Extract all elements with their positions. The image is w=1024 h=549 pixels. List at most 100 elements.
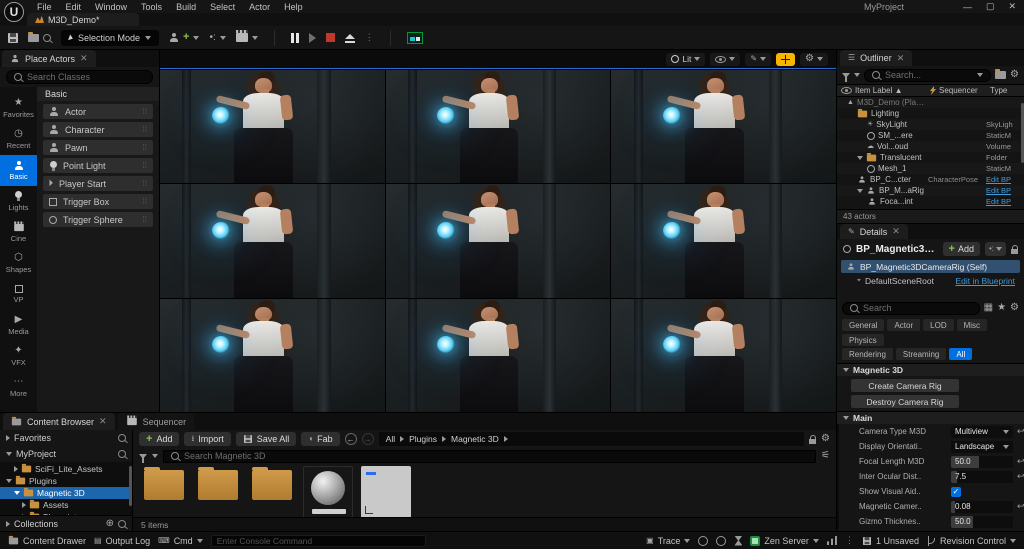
minimize-button[interactable]: — — [963, 2, 972, 12]
create-camera-rig-button[interactable]: Create Camera Rig — [851, 379, 959, 392]
expanded-icon[interactable] — [857, 189, 863, 193]
filter-icon[interactable] — [139, 454, 147, 459]
outliner-row-sm[interactable]: SM_...ereStaticM — [837, 130, 1024, 141]
view-mode-dropdown[interactable]: Lit — [666, 53, 705, 66]
drag-handle-icon[interactable]: ⁞⁞ — [143, 215, 147, 224]
gizmo-thickness-input[interactable]: 50.0 — [951, 516, 1013, 528]
blueprint-options-dropdown[interactable]: •: — [985, 242, 1006, 256]
zen-server-dropdown[interactable]: Zen Server — [750, 536, 819, 546]
blueprints-button[interactable]: •: — [209, 33, 225, 43]
back-icon[interactable]: ← — [345, 433, 357, 445]
column-type[interactable]: Type — [990, 86, 1007, 95]
eject-button[interactable] — [345, 34, 355, 41]
filter-actor[interactable]: Actor — [887, 319, 920, 331]
asset-material-sphere[interactable] — [303, 466, 353, 517]
content-browser-icon[interactable] — [28, 34, 51, 42]
menu-window[interactable]: Window — [88, 0, 134, 13]
insights-icon[interactable] — [698, 536, 708, 546]
category-vfx[interactable]: ✦VFX — [0, 341, 37, 372]
multiview-cell[interactable] — [386, 70, 611, 183]
new-folder-icon[interactable] — [995, 71, 1006, 79]
filter-rendering[interactable]: Rendering — [842, 348, 893, 360]
grid-view-icon[interactable]: ▦ — [984, 303, 993, 313]
outliner-row-focalpoint[interactable]: Foca...intEdit BP — [837, 196, 1024, 207]
tree-item-scifi[interactable]: SciFi_Lite_Assets — [0, 463, 132, 475]
search-icon[interactable] — [118, 520, 126, 528]
level-viewport[interactable]: Lit ✎ ⚙ — [160, 50, 836, 412]
outliner-tab[interactable]: ☰ Outliner ✕ — [840, 50, 912, 66]
console-command-input[interactable] — [211, 535, 426, 547]
import-button[interactable]: ⭳Import — [184, 432, 230, 446]
category-media[interactable]: ▶Media — [0, 310, 37, 341]
category-vp[interactable]: VP — [0, 279, 37, 310]
breadcrumb-current[interactable]: Magnetic 3D — [451, 434, 499, 444]
chevron-down-icon[interactable] — [977, 73, 983, 77]
close-icon[interactable]: ✕ — [99, 416, 107, 427]
menu-tools[interactable]: Tools — [134, 0, 169, 13]
expanded-icon[interactable] — [857, 156, 863, 160]
place-item-actor[interactable]: Actor⁞⁞ — [43, 104, 153, 119]
place-item-player-start[interactable]: 🞂Player Start⁞⁞ — [43, 176, 153, 191]
tree-item-assets[interactable]: Assets — [0, 499, 132, 511]
drag-handle-icon[interactable]: ⁞⁞ — [143, 161, 147, 170]
sequencer-tab[interactable]: Sequencer — [118, 413, 195, 430]
component-child-row[interactable]: ⌖ DefaultSceneRoot Edit in Blueprint — [841, 274, 1020, 287]
multiview-cell[interactable] — [160, 70, 385, 183]
asset-folder[interactable] — [249, 466, 295, 517]
view-options-icon[interactable]: ⚟ — [821, 451, 830, 461]
filter-all[interactable]: All — [949, 348, 972, 360]
place-item-trigger-sphere[interactable]: Trigger Sphere⁞⁞ — [43, 212, 153, 227]
drag-handle-icon[interactable]: ⁞⁞ — [143, 125, 147, 134]
edit-bp-link[interactable]: Edit BP — [986, 197, 1021, 206]
cmd-dropdown[interactable]: ⌨Cmd — [158, 536, 203, 546]
outliner-row-skylight[interactable]: ☀SkyLightSkyLigh — [837, 119, 1024, 130]
unsaved-button[interactable]: 1 Unsaved — [862, 536, 919, 546]
menu-select[interactable]: Select — [203, 0, 242, 13]
section-main[interactable]: Main — [837, 411, 1024, 424]
camera-type-dropdown[interactable]: Multiview — [951, 426, 1013, 438]
transform-tool-button[interactable] — [776, 53, 795, 66]
show-visual-aid-checkbox[interactable]: ✓ — [951, 487, 961, 497]
menu-build[interactable]: Build — [169, 0, 203, 13]
component-root-row[interactable]: BP_Magnetic3DCameraRig (Self) — [841, 260, 1020, 273]
search-classes-input[interactable] — [6, 70, 153, 84]
reset-to-default-icon[interactable]: ↩ — [1017, 471, 1024, 482]
multiview-cell[interactable] — [160, 184, 385, 297]
fab-button[interactable]: ◖Fab — [301, 432, 339, 446]
search-icon[interactable] — [118, 434, 126, 442]
filter-physics[interactable]: Physics — [842, 334, 884, 346]
outliner-row-bprig[interactable]: BP_M...aRigEdit BP — [837, 185, 1024, 196]
category-recent[interactable]: ◷Recent — [0, 124, 37, 155]
destroy-camera-rig-button[interactable]: Destroy Camera Rig — [851, 395, 959, 408]
level-tab[interactable]: M3D_Demo* — [27, 13, 139, 26]
drag-handle-icon[interactable]: ⁞⁞ — [143, 197, 147, 206]
menu-actor[interactable]: Actor — [242, 0, 277, 13]
add-component-button[interactable]: +Add — [943, 242, 980, 256]
frame-skip-button[interactable] — [309, 33, 316, 43]
place-item-character[interactable]: Character⁞⁞ — [43, 122, 153, 137]
edit-tool-dropdown[interactable]: ✎ — [745, 53, 771, 66]
cinematics-button[interactable] — [236, 33, 258, 42]
multiview-cell[interactable] — [386, 299, 611, 412]
filter-general[interactable]: General — [842, 319, 884, 331]
cb-settings-icon[interactable]: ⚙ — [821, 434, 830, 444]
output-log-button[interactable]: ▤Output Log — [94, 536, 150, 546]
reset-to-default-icon[interactable]: ↩ — [1017, 456, 1024, 467]
outliner-row-translucent[interactable]: TranslucentFolder — [837, 152, 1024, 163]
tree-item-blueprints[interactable]: Blueprints — [0, 511, 132, 515]
reset-to-default-icon[interactable]: ↩ — [1017, 426, 1024, 437]
outliner-row-mesh1[interactable]: Mesh_1StaticM — [837, 163, 1024, 174]
close-icon[interactable]: ✕ — [80, 53, 88, 64]
outliner-row-volume[interactable]: ☁Vol...oudVolume — [837, 141, 1024, 152]
snapshot-icon[interactable] — [716, 536, 726, 546]
multiview-cell[interactable] — [160, 299, 385, 412]
filter-lod[interactable]: LOD — [923, 319, 953, 331]
myproject-header[interactable]: MyProject — [0, 446, 132, 462]
menu-edit[interactable]: Edit — [59, 0, 89, 13]
display-orientation-dropdown[interactable]: Landscape — [951, 441, 1013, 453]
maximize-button[interactable]: ▢ — [986, 1, 995, 12]
revision-control-dropdown[interactable]: Revision Control — [927, 536, 1016, 546]
filter-chevron-icon[interactable] — [854, 73, 860, 77]
details-search-input[interactable] — [842, 302, 980, 315]
place-actors-tab[interactable]: Place Actors ✕ — [2, 50, 96, 67]
